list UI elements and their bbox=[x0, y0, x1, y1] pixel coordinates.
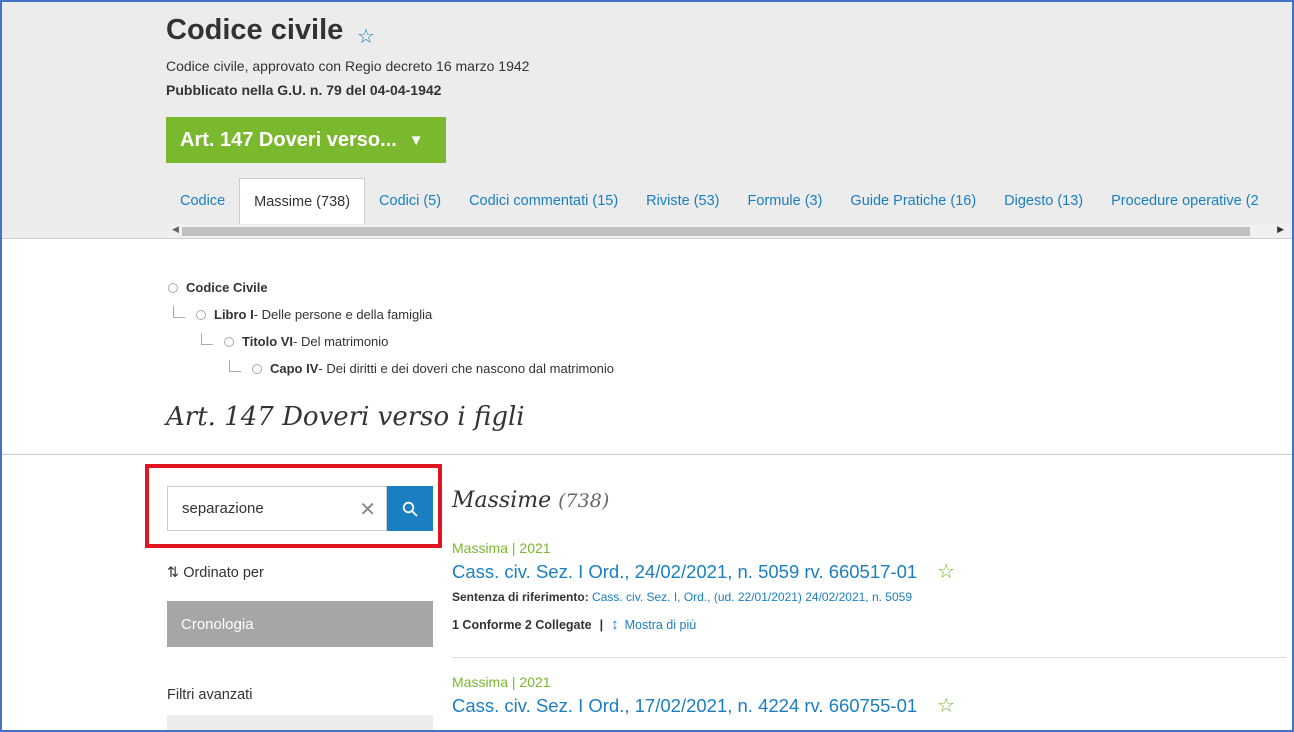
scroll-left-arrow-icon[interactable]: ◀ bbox=[172, 224, 179, 235]
tree-node-codice-civile[interactable]: Codice Civile bbox=[168, 280, 268, 295]
sort-order-icon: ⇅ bbox=[167, 565, 180, 581]
caret-down-icon: ▼ bbox=[408, 131, 424, 149]
search-button[interactable] bbox=[387, 486, 433, 531]
section-divider bbox=[2, 454, 1292, 455]
tree-connector bbox=[201, 333, 213, 345]
tree-connector bbox=[229, 360, 241, 372]
tree-node-titolo[interactable]: Titolo VI - Del matrimonio bbox=[224, 334, 388, 349]
tab-guide-pratiche[interactable]: Guide Pratiche (16) bbox=[836, 178, 990, 224]
article-heading: Art. 147 Doveri verso i figli bbox=[166, 402, 525, 432]
tree-connector bbox=[173, 306, 185, 318]
tree-bullet-icon bbox=[224, 336, 234, 347]
page-frame: Codice civile ☆ Codice civile, approvato… bbox=[0, 0, 1294, 732]
tab-digesto[interactable]: Digesto (13) bbox=[990, 178, 1097, 224]
result-ref: Cass. civ. Sez. I Ord., 24/02/2021, n. 5… bbox=[452, 559, 1286, 584]
tab-riviste[interactable]: Riviste (53) bbox=[632, 178, 733, 224]
clear-icon[interactable]: ✕ bbox=[359, 497, 376, 522]
tab-bar: Codice Massime (738) Codici (5) Codici c… bbox=[166, 178, 1292, 224]
tree-node-label: Capo IV bbox=[270, 361, 319, 376]
page-title: Codice civile bbox=[166, 14, 344, 46]
favorite-star-icon[interactable]: ☆ bbox=[937, 559, 955, 584]
tree-node-label: Titolo VI bbox=[242, 334, 294, 349]
search-field: ✕ bbox=[167, 486, 387, 531]
favorite-star-icon[interactable]: ☆ bbox=[357, 24, 375, 49]
tree-node-label: Codice Civile bbox=[186, 280, 268, 295]
result-item: Massima | 2021 Cass. civ. Sez. I Ord., 2… bbox=[452, 540, 1286, 633]
results-count: (738) bbox=[558, 490, 610, 512]
result-item: Massima | 2021 Cass. civ. Sez. I Ord., 1… bbox=[452, 674, 1286, 718]
tab-codice[interactable]: Codice bbox=[166, 178, 239, 224]
tab-procedure-operative[interactable]: Procedure operative (2 bbox=[1097, 178, 1273, 224]
result-ref: Cass. civ. Sez. I Ord., 17/02/2021, n. 4… bbox=[452, 693, 1286, 718]
tree-bullet-icon bbox=[196, 309, 206, 320]
article-dropdown-label: Art. 147 Doveri verso... bbox=[180, 128, 397, 151]
result-divider bbox=[452, 657, 1286, 658]
tab-codici-commentati[interactable]: Codici commentati (15) bbox=[455, 178, 632, 224]
sort-label: ⇅ Ordinato per bbox=[167, 565, 264, 581]
scroll-right-arrow-icon[interactable]: ▶ bbox=[1277, 224, 1284, 235]
result-kind: Massima | 2021 bbox=[452, 540, 551, 556]
document-subtitle: Codice civile, approvato con Regio decre… bbox=[166, 58, 530, 74]
tree-bullet-icon bbox=[252, 363, 262, 374]
result-ref-link[interactable]: Cass. civ. Sez. I Ord., 24/02/2021, n. 5… bbox=[452, 561, 917, 583]
advanced-filters-label: Filtri avanzati bbox=[167, 687, 253, 703]
results-title-text: Massime bbox=[452, 488, 552, 513]
result-links: 1 Conforme 2 Collegate | ↕ Mostra di più bbox=[452, 616, 1286, 633]
result-sentenza: Sentenza di riferimento: Cass. civ. Sez.… bbox=[452, 590, 1286, 604]
expand-arrow-icon[interactable]: ↕ bbox=[611, 616, 619, 633]
sort-label-text: Ordinato per bbox=[183, 565, 264, 581]
search-input[interactable] bbox=[168, 500, 348, 517]
sort-select[interactable]: Cronologia bbox=[167, 601, 433, 647]
tree-node-libro[interactable]: Libro I - Delle persone e della famiglia bbox=[196, 307, 432, 322]
tree-bullet-icon bbox=[168, 282, 178, 293]
sentenza-label: Sentenza di riferimento: bbox=[452, 590, 589, 604]
tree-node-label: Libro I bbox=[214, 307, 254, 322]
tree-node-desc: - Delle persone e della famiglia bbox=[253, 307, 433, 322]
favorite-star-icon[interactable]: ☆ bbox=[937, 693, 955, 718]
result-kind: Massima | 2021 bbox=[452, 674, 551, 690]
results-title: Massime (738) bbox=[452, 488, 609, 513]
tab-formule[interactable]: Formule (3) bbox=[733, 178, 836, 224]
document-header: Codice civile ☆ Codice civile, approvato… bbox=[2, 2, 1292, 239]
search-icon bbox=[402, 501, 418, 516]
tree-node-desc: - Del matrimonio bbox=[293, 334, 389, 349]
show-more-link[interactable]: Mostra di più bbox=[625, 618, 697, 632]
tab-massime[interactable]: Massime (738) bbox=[239, 178, 366, 224]
sentenza-link[interactable]: Cass. civ. Sez. I, Ord., (ud. 22/01/2021… bbox=[592, 590, 912, 604]
links-separator: | bbox=[599, 617, 604, 632]
result-ref-link[interactable]: Cass. civ. Sez. I Ord., 17/02/2021, n. 4… bbox=[452, 695, 917, 717]
result-related-count[interactable]: 1 Conforme 2 Collegate bbox=[452, 618, 592, 632]
scrollbar-thumb[interactable] bbox=[182, 227, 1250, 236]
tabs-horizontal-scrollbar[interactable]: ◀ ▶ bbox=[168, 224, 1290, 238]
article-dropdown[interactable]: Art. 147 Doveri verso... ▼ bbox=[166, 117, 446, 163]
tree-node-desc: - Dei diritti e dei doveri che nascono d… bbox=[318, 361, 614, 376]
tab-codici[interactable]: Codici (5) bbox=[365, 178, 455, 224]
publication-info: Pubblicato nella G.U. n. 79 del 04-04-19… bbox=[166, 82, 442, 98]
tree-node-capo[interactable]: Capo IV - Dei diritti e dei doveri che n… bbox=[252, 361, 614, 376]
advanced-filters-panel[interactable] bbox=[167, 715, 433, 730]
